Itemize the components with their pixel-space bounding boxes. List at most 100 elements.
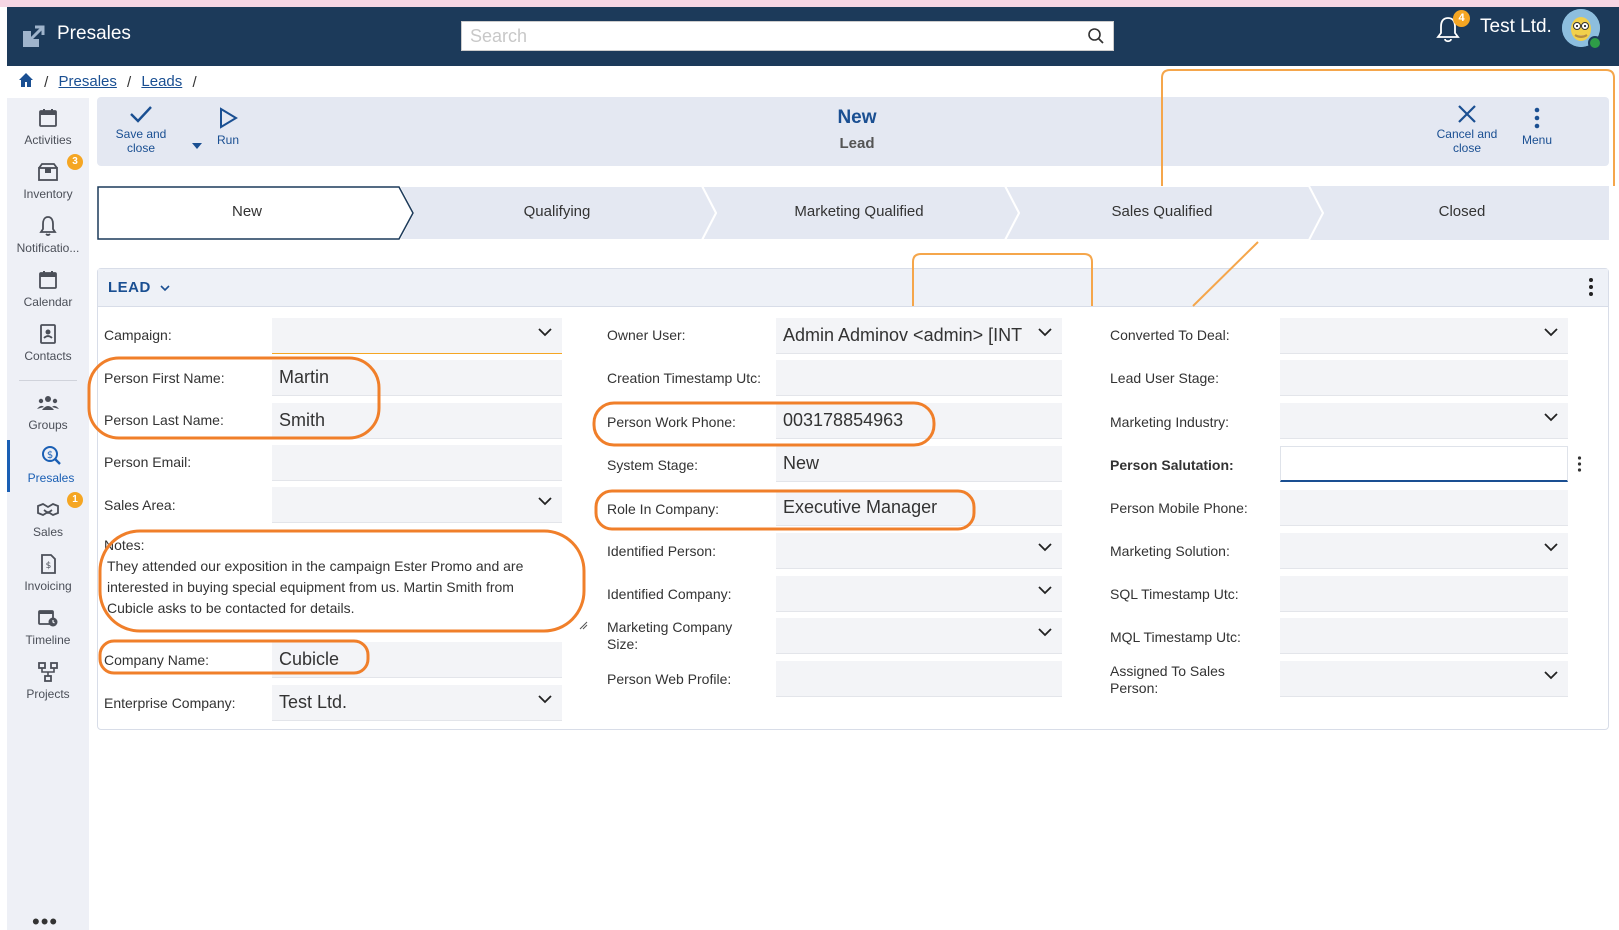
nav-item-invoicing[interactable]: $ Invoicing — [7, 548, 89, 600]
marketing-solution-select[interactable] — [1280, 533, 1568, 569]
creation-timestamp-field — [776, 360, 1062, 396]
stage-closed-label: Closed — [1438, 203, 1486, 220]
identified-company-select[interactable] — [776, 576, 1062, 612]
cancel-and-close-button[interactable]: Cancel and close — [1435, 105, 1499, 155]
invoice-icon: $ — [41, 554, 56, 574]
marketing-industry-select[interactable] — [1280, 403, 1568, 439]
mobile-phone-field[interactable] — [1280, 490, 1568, 526]
identified-company-label: Identified Company: — [607, 586, 732, 602]
nav-item-activities[interactable]: Activities — [7, 102, 89, 154]
marketing-solution-label: Marketing Solution: — [1110, 543, 1230, 559]
work-phone-field[interactable]: 003178854963 — [776, 403, 1062, 439]
enterprise-company-select[interactable]: Test Ltd. — [272, 685, 562, 721]
box-icon — [38, 163, 58, 181]
calendar-icon — [39, 109, 57, 127]
stage-qualifying-label: Qualifying — [523, 203, 591, 220]
inventory-badge: 3 — [67, 154, 83, 170]
nav-label: Groups — [28, 418, 68, 432]
nav-item-sales[interactable]: 1 Sales — [7, 492, 89, 546]
nav-label: Notificatio... — [16, 241, 80, 255]
stage-sales-qualified-label: Sales Qualified — [1111, 203, 1213, 220]
nav-label: Timeline — [25, 633, 71, 647]
save-and-close-button[interactable]: Save and close — [113, 105, 169, 155]
form-title-text: LEAD — [108, 279, 151, 296]
search-box[interactable] — [461, 21, 1114, 51]
chevron-down-icon — [1038, 328, 1052, 337]
app-title: Presales — [57, 23, 131, 44]
nav-label: Activities — [24, 133, 72, 147]
nav-label: Invoicing — [24, 579, 72, 593]
form-options-icon[interactable] — [1588, 277, 1594, 297]
nav-label: Projects — [26, 687, 70, 701]
salutation-field[interactable] — [1280, 446, 1568, 482]
breadcrumb-separator: / — [192, 73, 197, 91]
record-title-text: New — [837, 107, 877, 128]
play-icon — [220, 107, 238, 129]
owner-user-value: Admin Adminov <admin> [INT — [783, 325, 1023, 345]
nav-item-presales[interactable]: $ Presales — [7, 440, 89, 492]
marketing-company-size-select[interactable] — [776, 618, 1062, 654]
mql-timestamp-field[interactable] — [1280, 618, 1568, 654]
search-icon[interactable] — [1087, 27, 1105, 45]
menu-button[interactable]: Menu — [1517, 107, 1557, 147]
role-in-company-field[interactable]: Executive Manager — [776, 490, 1062, 526]
form-section-title[interactable]: LEAD — [108, 279, 170, 296]
chevron-down-icon — [1038, 586, 1052, 595]
app-logo-icon[interactable] — [21, 21, 49, 49]
email-field[interactable] — [272, 445, 562, 481]
chevron-down-icon — [1038, 628, 1052, 637]
resize-handle-icon[interactable] — [579, 621, 588, 630]
lead-user-stage-field[interactable] — [1280, 360, 1568, 396]
web-profile-label: Person Web Profile: — [607, 671, 732, 687]
nav-divider — [19, 380, 77, 381]
sales-area-select[interactable] — [272, 487, 562, 523]
chevron-down-icon — [159, 285, 170, 292]
breadcrumb-separator: / — [127, 73, 132, 91]
breadcrumb-presales-link[interactable]: Presales — [59, 73, 117, 90]
online-status-icon — [1588, 36, 1602, 50]
save-and-close-label: Save and close — [115, 127, 167, 155]
sql-timestamp-field[interactable] — [1280, 576, 1568, 612]
converted-to-deal-select[interactable] — [1280, 318, 1568, 354]
enterprise-company-label: Enterprise Company: — [104, 695, 236, 711]
home-icon[interactable] — [18, 72, 34, 92]
calendar-icon — [39, 271, 57, 289]
top-strip — [0, 0, 1619, 7]
first-name-field[interactable]: Martin — [272, 360, 562, 396]
nav-item-projects[interactable]: Projects — [7, 656, 89, 708]
campaign-select[interactable] — [272, 318, 562, 354]
field-options-icon[interactable] — [1577, 456, 1582, 472]
nav-item-contacts[interactable]: Contacts — [7, 318, 89, 370]
web-profile-field[interactable] — [776, 661, 1062, 697]
more-nav-button[interactable]: ••• — [32, 909, 58, 930]
marketing-company-size-label: Marketing Company Size: — [607, 619, 733, 652]
last-name-field[interactable]: Smith — [272, 403, 562, 439]
notes-textarea[interactable]: They attended our exposition in the camp… — [107, 556, 562, 618]
chevron-down-icon — [1038, 543, 1052, 552]
save-options-chevron-icon[interactable] — [191, 137, 203, 155]
converted-to-deal-label: Converted To Deal: — [1110, 327, 1230, 343]
search-input[interactable] — [462, 22, 1062, 50]
nav-item-groups[interactable]: Groups — [7, 387, 89, 439]
nav-item-calendar[interactable]: Calendar — [7, 264, 89, 316]
assigned-to-sales-select[interactable] — [1280, 661, 1568, 697]
breadcrumb-leads-link[interactable]: Leads — [141, 73, 182, 90]
creation-timestamp-label: Creation Timestamp Utc: — [607, 370, 762, 386]
identified-person-select[interactable] — [776, 533, 1062, 569]
nav-item-timeline[interactable]: Timeline — [7, 602, 89, 654]
nav-label: Calendar — [23, 295, 73, 309]
system-stage-field: New — [776, 446, 1062, 482]
company-name[interactable]: Test Ltd. — [1480, 16, 1552, 38]
owner-user-select[interactable]: Admin Adminov <admin> [INT — [776, 318, 1062, 354]
cancel-and-close-label: Cancel and close — [1436, 127, 1498, 155]
sales-area-label: Sales Area: — [104, 497, 176, 513]
form-header: LEAD — [98, 269, 1608, 307]
company-name-field[interactable]: Cubicle — [272, 642, 562, 678]
chevron-down-icon — [1544, 413, 1558, 422]
nav-item-notifications[interactable]: Notificatio... — [7, 210, 89, 262]
first-name-label: Person First Name: — [104, 370, 225, 386]
timeline-icon — [38, 610, 58, 627]
side-navigation: Activities 3 Inventory Notificatio... Ca… — [7, 98, 89, 930]
run-button[interactable]: Run — [213, 107, 243, 147]
nav-item-inventory[interactable]: 3 Inventory — [7, 154, 89, 208]
